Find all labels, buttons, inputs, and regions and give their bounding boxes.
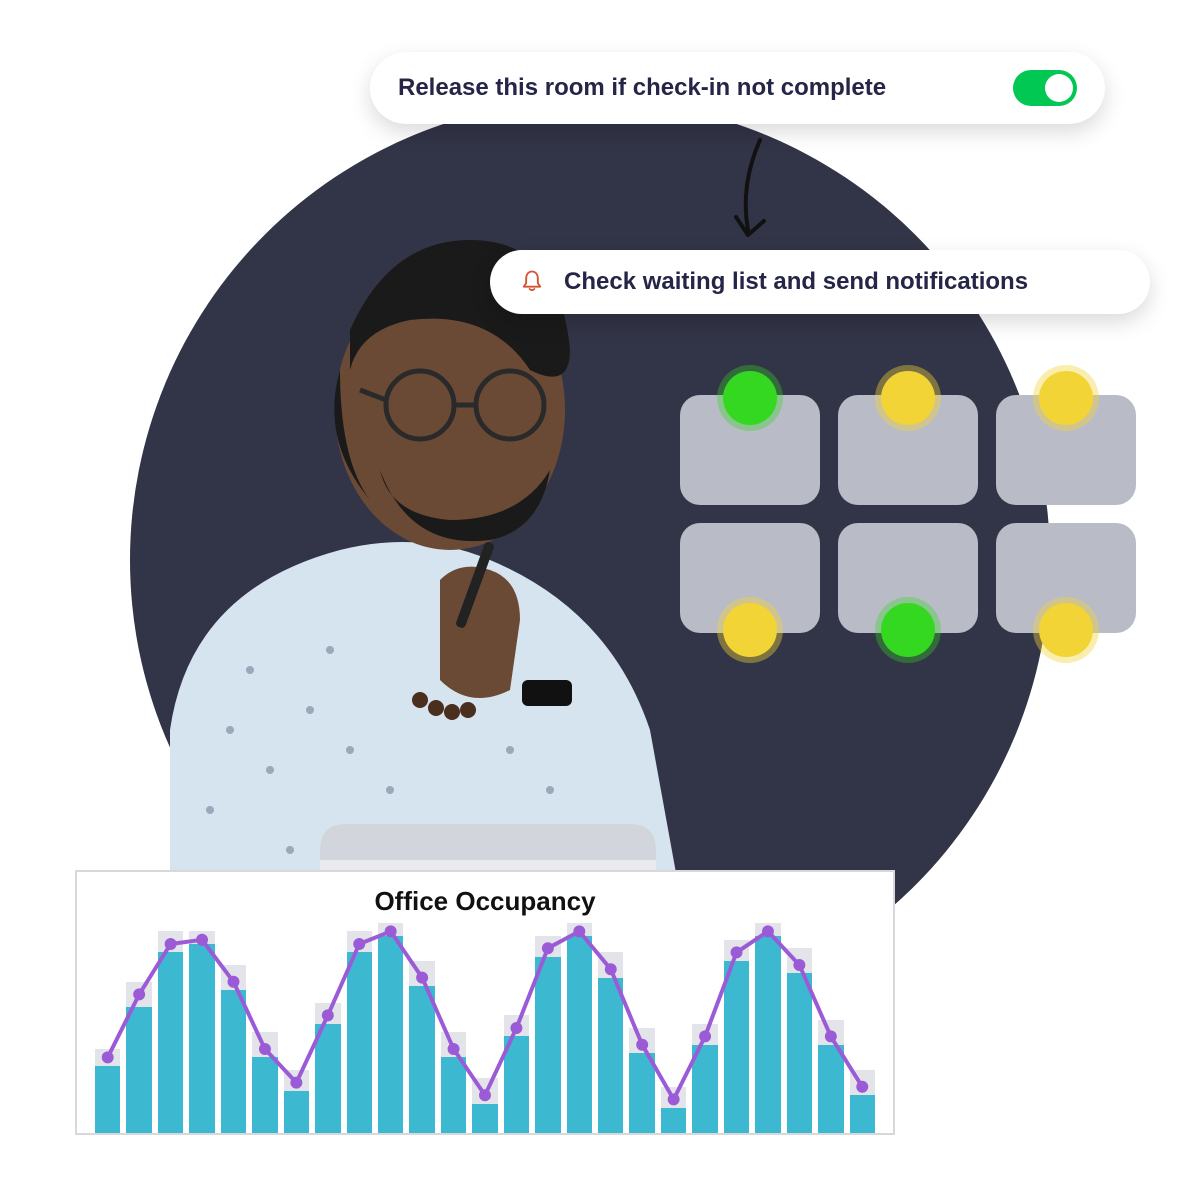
waitlist-action: Check waiting list and send notification… (490, 250, 1150, 314)
desk-tile[interactable] (680, 523, 820, 633)
chart-area (95, 923, 875, 1133)
desk-status-dot (1039, 603, 1093, 657)
release-room-label: Release this room if check-in not comple… (398, 74, 886, 102)
desk-tile[interactable] (680, 395, 820, 505)
desk-tile[interactable] (838, 523, 978, 633)
bell-icon (518, 268, 546, 296)
desk-tile[interactable] (996, 523, 1136, 633)
desk-status-dot (723, 603, 777, 657)
chart-title: Office Occupancy (95, 886, 875, 917)
desk-status-dot (723, 371, 777, 425)
desk-status-dot (881, 603, 935, 657)
arrow-down-icon (720, 135, 780, 245)
desk-status-dot (881, 371, 935, 425)
person-photo (90, 210, 770, 950)
release-room-toggle[interactable] (1013, 70, 1077, 106)
occupancy-chart-card: Office Occupancy (75, 870, 895, 1135)
desk-tile[interactable] (996, 395, 1136, 505)
release-room-setting: Release this room if check-in not comple… (370, 52, 1105, 124)
desk-tile[interactable] (838, 395, 978, 505)
desk-status-dot (1039, 371, 1093, 425)
waitlist-label: Check waiting list and send notification… (564, 268, 1028, 296)
desk-grid (680, 395, 1136, 633)
